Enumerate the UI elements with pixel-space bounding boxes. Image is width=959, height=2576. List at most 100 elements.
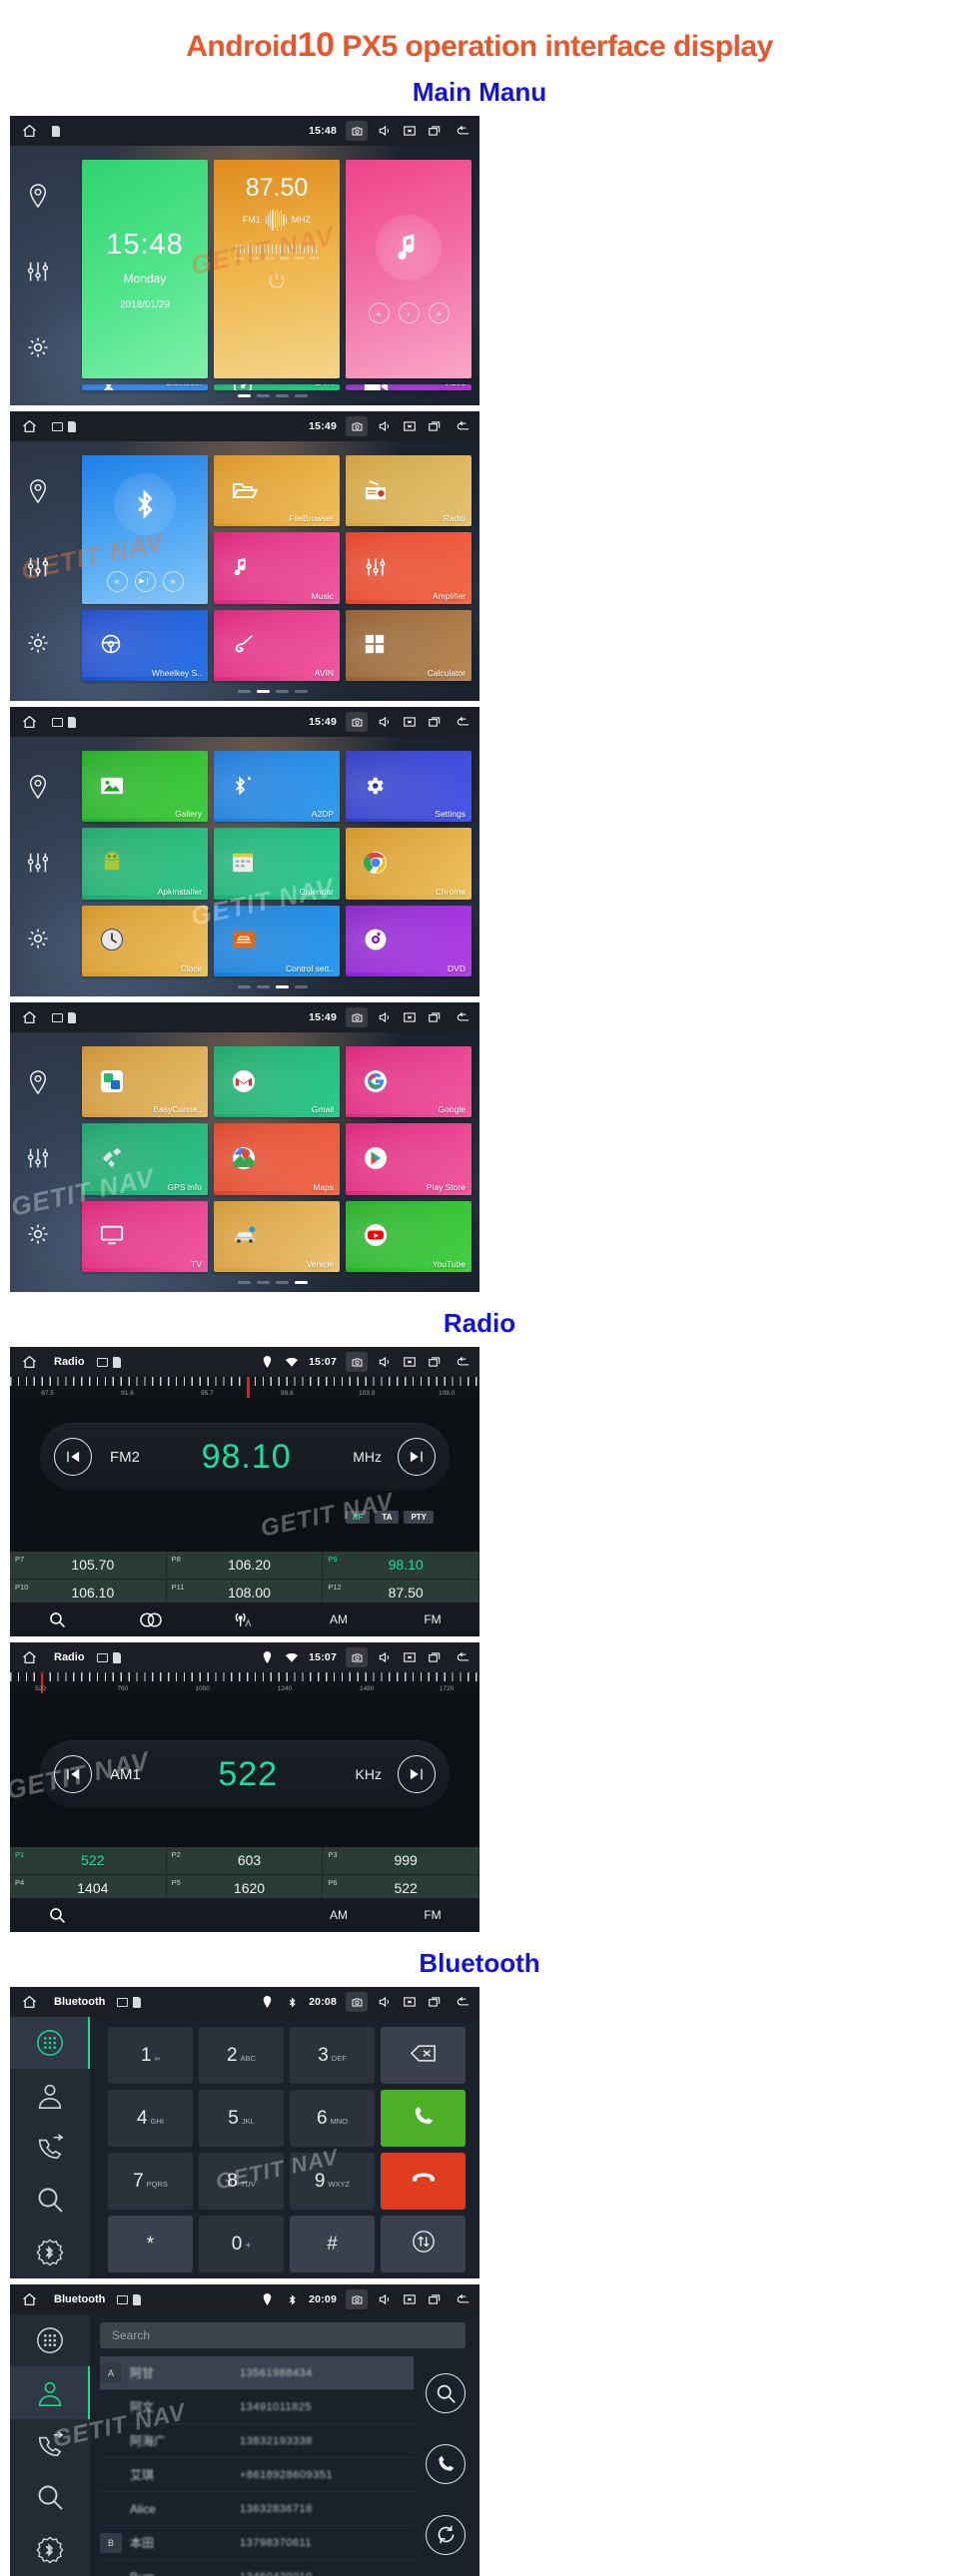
tile-chrome[interactable]: Chrome: [346, 828, 472, 899]
bt-tab-contacts[interactable]: [10, 2069, 90, 2121]
home-icon[interactable]: [18, 1353, 40, 1371]
tile-bluetooth[interactable]: Bluetooth: [82, 384, 208, 390]
home-icon[interactable]: [18, 1993, 40, 2011]
preset-cell[interactable]: P7105.70: [10, 1552, 167, 1580]
key-9[interactable]: 9WXYZ: [290, 2153, 375, 2210]
radio-fm-screen[interactable]: 87.5 91.6 95.7 99.8 103.9 108.0 FM2 98.1…: [10, 1347, 480, 1636]
home-icon[interactable]: [18, 1008, 40, 1026]
key-1[interactable]: 1∞: [108, 2027, 193, 2084]
tile-youtube[interactable]: YouTube: [346, 1201, 472, 1272]
tile-calendar[interactable]: Calendar: [214, 828, 340, 899]
bt-contacts-screen[interactable]: Search A 阿甘 13561988434 阿文 13491011825: [10, 2284, 480, 2576]
camera-icon[interactable]: [346, 712, 368, 732]
tile-a2dp[interactable]: A2DP: [214, 751, 340, 822]
tile-play-store[interactable]: Play Store: [346, 1123, 472, 1194]
camera-icon[interactable]: [346, 1647, 368, 1667]
tile-amplifier[interactable]: Amplifier: [346, 532, 472, 603]
back-icon[interactable]: [456, 1009, 472, 1025]
home-icon[interactable]: [18, 122, 40, 140]
camera-icon[interactable]: [346, 1352, 368, 1372]
close-icon[interactable]: [402, 418, 418, 434]
back-icon[interactable]: [456, 418, 472, 434]
tile-dvd[interactable]: DVD: [346, 906, 472, 976]
audio-transfer-button[interactable]: [381, 2216, 466, 2272]
tile-easyconnect[interactable]: EasyConne..: [82, 1046, 208, 1117]
backspace-button[interactable]: [381, 2027, 466, 2084]
back-icon[interactable]: [456, 2291, 472, 2307]
tile-avin[interactable]: AVIN: [214, 610, 340, 681]
recents-icon[interactable]: [427, 418, 443, 434]
location-pin-icon[interactable]: [27, 1069, 49, 1100]
key-6[interactable]: 6MNO: [290, 2090, 375, 2147]
recents-icon[interactable]: [427, 1009, 443, 1025]
stereo-button[interactable]: [104, 1612, 198, 1627]
camera-icon[interactable]: [346, 121, 368, 141]
tile-filebrowser[interactable]: FileBrowser: [214, 455, 340, 526]
tile-wheelkey[interactable]: Wheelkey S..: [82, 610, 208, 681]
key-star[interactable]: *: [108, 2216, 193, 2272]
contact-row[interactable]: 艾琪 +8618928609351: [100, 2458, 414, 2492]
camera-icon[interactable]: [346, 2289, 368, 2309]
back-icon[interactable]: [456, 1649, 472, 1665]
bt-tab-settings[interactable]: [10, 2227, 90, 2278]
scan-button[interactable]: [10, 1907, 104, 1924]
loc-dx-button[interactable]: [198, 1610, 292, 1628]
gear-icon[interactable]: [26, 1222, 50, 1251]
gear-icon[interactable]: [26, 335, 50, 364]
prev-button[interactable]: «: [107, 571, 128, 592]
tile-video[interactable]: Video: [346, 384, 472, 390]
contact-row[interactable]: Alice 13632836718: [100, 2492, 414, 2526]
next-station-button[interactable]: [398, 1438, 436, 1476]
widget-radio[interactable]: 87.50 FM1 MHZ 88.5 70.5 73.5 80.5: [214, 160, 340, 378]
equalizer-icon[interactable]: [26, 1146, 50, 1175]
scan-button[interactable]: [10, 1611, 104, 1628]
key-5[interactable]: 5JKL: [199, 2090, 284, 2147]
back-icon[interactable]: [456, 714, 472, 730]
location-pin-icon[interactable]: [27, 774, 49, 805]
contact-row[interactable]: 阿文 13491011825: [100, 2390, 414, 2424]
fm-button[interactable]: FM: [386, 1612, 480, 1626]
close-icon[interactable]: [402, 1649, 418, 1665]
camera-icon[interactable]: [346, 416, 368, 436]
home-icon[interactable]: [18, 417, 40, 435]
tile-maps[interactable]: Maps: [214, 1123, 340, 1194]
recents-icon[interactable]: [427, 1994, 443, 2010]
close-icon[interactable]: [402, 1009, 418, 1025]
location-pin-icon[interactable]: [27, 478, 49, 509]
preset-cell[interactable]: P1522: [10, 1847, 167, 1875]
home-screen-2[interactable]: 15:49 «: [10, 411, 480, 701]
bt-tab-dialpad[interactable]: [10, 2017, 90, 2069]
volume-icon[interactable]: [377, 418, 393, 434]
search-button[interactable]: [426, 2373, 466, 2413]
sync-button[interactable]: [426, 2515, 466, 2555]
volume-icon[interactable]: [377, 1009, 393, 1025]
key-4[interactable]: 4GHI: [108, 2090, 193, 2147]
tile-radio[interactable]: Radio: [346, 455, 472, 526]
gear-icon[interactable]: [26, 927, 50, 956]
tile-apkinstaller[interactable]: ApkInstaller: [82, 828, 208, 899]
camera-icon[interactable]: [346, 1992, 368, 2012]
tile-control-settings[interactable]: Control sett..: [214, 906, 340, 976]
recents-icon[interactable]: [427, 123, 443, 139]
volume-icon[interactable]: [377, 1994, 393, 2010]
volume-icon[interactable]: [377, 714, 393, 730]
bt-tab-search[interactable]: [10, 2174, 90, 2226]
contact-row[interactable]: 阿海广 13832193338: [100, 2424, 414, 2458]
home-icon[interactable]: [18, 713, 40, 731]
volume-icon[interactable]: [377, 2291, 393, 2307]
tile-vehicle[interactable]: Vehicle: [214, 1201, 340, 1272]
call-button[interactable]: [426, 2444, 466, 2484]
play-button[interactable]: ›: [399, 303, 420, 323]
preset-cell[interactable]: P998.10: [323, 1552, 480, 1580]
camera-icon[interactable]: [346, 1007, 368, 1027]
af-button[interactable]: AF: [346, 1511, 371, 1524]
bt-tab-call-history[interactable]: [10, 2122, 90, 2174]
tile-gps-info[interactable]: GPS Info: [82, 1123, 208, 1194]
gear-icon[interactable]: [26, 631, 50, 660]
home-screen-1[interactable]: 15:48: [10, 116, 480, 405]
home-screen-4[interactable]: 15:49 EasyConne.. Gma: [10, 1002, 480, 1292]
hangup-button[interactable]: [381, 2153, 466, 2210]
tile-settings[interactable]: Settings: [346, 751, 472, 822]
am-button[interactable]: AM: [292, 1612, 386, 1626]
fm-button[interactable]: FM: [386, 1908, 480, 1922]
